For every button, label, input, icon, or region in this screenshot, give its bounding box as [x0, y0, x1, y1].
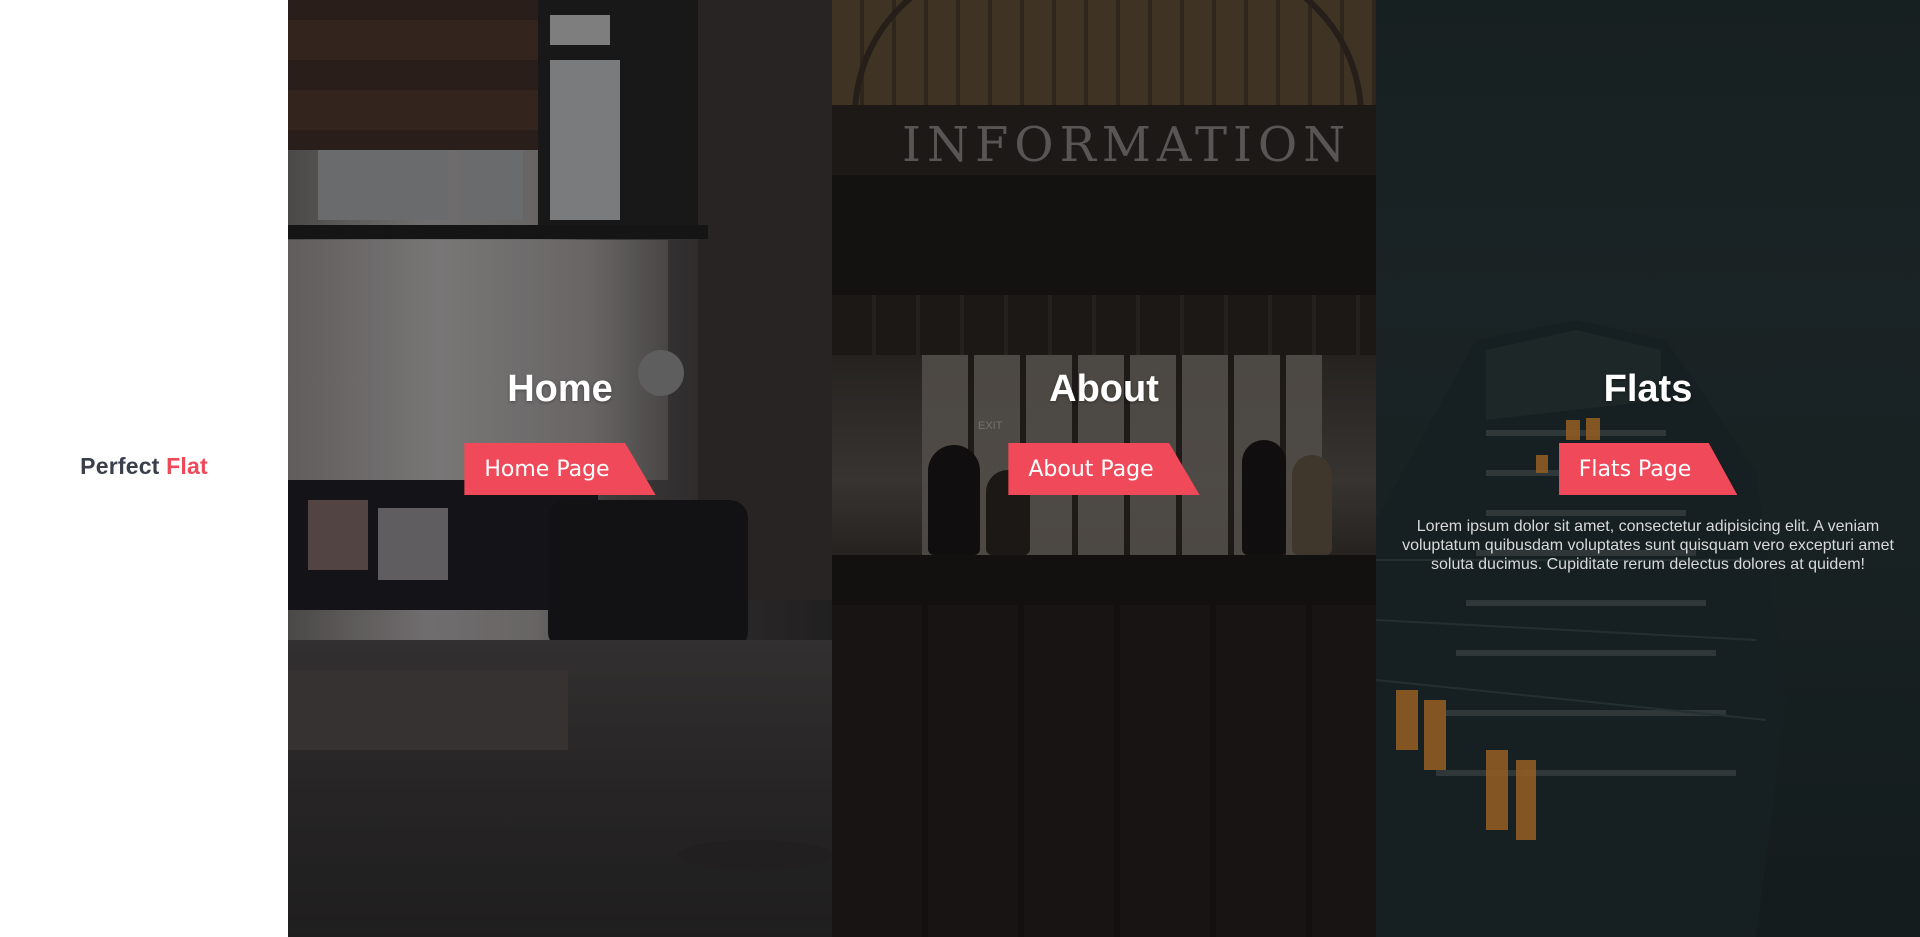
panel-flats-content: Flats Flats Page Lorem ipsum dolor sit a… [1376, 365, 1920, 590]
panel-flats-title: Flats [1603, 368, 1693, 410]
about-page-button[interactable]: About Page [1008, 443, 1200, 495]
panel-about-content: About About Page [832, 365, 1376, 495]
sidebar: Perfect Flat [0, 0, 288, 937]
logo[interactable]: Perfect Flat [80, 453, 208, 480]
logo-accent: Flat [166, 453, 208, 479]
panel-flats-description: Lorem ipsum dolor sit amet, consectetur … [1402, 518, 1894, 573]
panel-about[interactable]: INFORMATION EXIT About About Page [832, 0, 1376, 937]
panel-home-content: Home Home Page [288, 365, 832, 495]
panel-home[interactable]: Home Home Page [288, 0, 832, 937]
home-page-button[interactable]: Home Page [464, 443, 656, 495]
page: Perfect Flat Home Home Page INFORMATION … [0, 0, 1920, 937]
panel-home-title: Home [507, 368, 613, 410]
flats-page-button[interactable]: Flats Page [1558, 443, 1738, 495]
logo-prefix: Perfect [80, 453, 160, 479]
panel-about-title: About [1049, 368, 1159, 410]
panel-flats[interactable]: Flats Flats Page Lorem ipsum dolor sit a… [1376, 0, 1920, 937]
